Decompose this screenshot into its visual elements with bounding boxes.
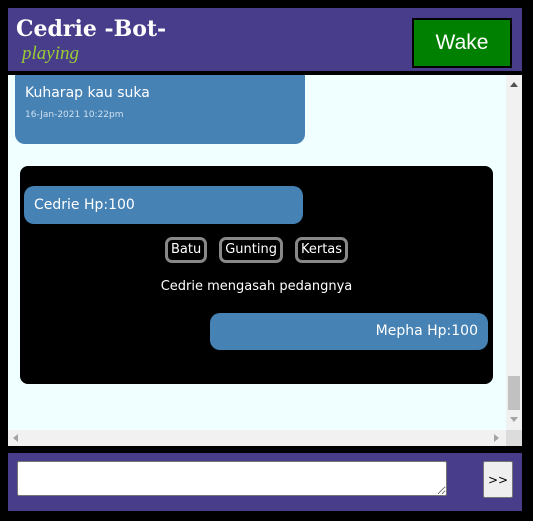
message-timestamp: 16-Jan-2021 10:22pm [25, 110, 124, 120]
action-text: Cedrie mengasah pedangnya [160, 279, 353, 294]
horizontal-scrollbar[interactable] [8, 430, 506, 446]
scroll-up-icon[interactable] [510, 82, 518, 87]
bot-status: playing [22, 43, 79, 64]
scroll-right-icon[interactable] [494, 434, 499, 442]
wake-button[interactable]: Wake [412, 18, 512, 68]
game-panel: Cedrie Hp:100 Batu Gunting Kertas Cedrie… [20, 166, 493, 384]
player-hp: Cedrie Hp:100 [24, 186, 303, 224]
scrollbar-thumb[interactable] [508, 376, 520, 410]
vertical-scrollbar[interactable] [506, 75, 522, 430]
bot-name: Cedrie -Bot- [16, 16, 167, 42]
opponent-hp: Mepha Hp:100 [210, 313, 488, 350]
message-bubble: Kuharap kau suka 16-Jan-2021 10:22pm [15, 75, 305, 144]
scroll-left-icon[interactable] [13, 434, 18, 442]
choice-group: Batu Gunting Kertas [20, 237, 493, 263]
scrollbar-corner [506, 430, 522, 446]
chat-area[interactable]: Kuharap kau suka 16-Jan-2021 10:22pm Ced… [8, 75, 522, 446]
choice-gunting-button[interactable]: Gunting [219, 237, 283, 263]
message-text: Kuharap kau suka [25, 85, 150, 101]
send-button[interactable]: >> [483, 461, 513, 498]
header-bar: Cedrie -Bot- playing Wake [8, 8, 522, 71]
choice-batu-button[interactable]: Batu [164, 237, 208, 263]
message-input[interactable] [17, 461, 447, 496]
scroll-down-icon[interactable] [510, 417, 518, 422]
footer-bar: >> [8, 453, 522, 511]
choice-kertas-button[interactable]: Kertas [294, 237, 349, 263]
